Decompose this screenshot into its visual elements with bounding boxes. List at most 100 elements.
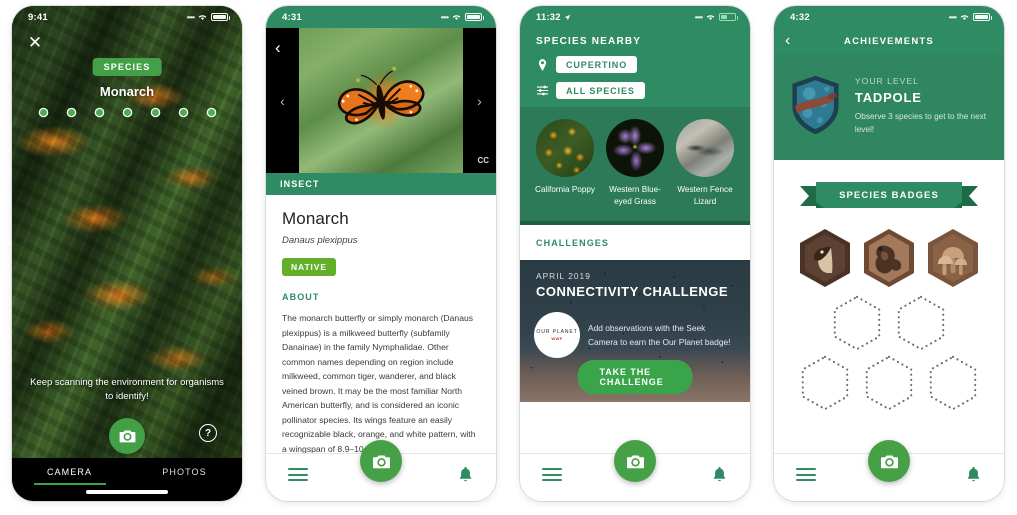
challenge-title: CONNECTIVITY CHALLENGE	[536, 284, 729, 299]
progress-dot	[207, 109, 215, 116]
challenge-date: APRIL 2019	[536, 271, 591, 281]
badge-mushroom[interactable]	[926, 228, 980, 288]
camera-fab[interactable]	[360, 440, 402, 482]
next-photo-button[interactable]: ›	[463, 28, 496, 173]
species-hero-image[interactable]: ‹ › ‹ CC	[266, 28, 496, 173]
menu-icon[interactable]	[796, 468, 816, 485]
help-button[interactable]: ?	[199, 424, 217, 442]
back-button[interactable]: ‹	[275, 38, 281, 58]
camera-icon	[372, 455, 390, 468]
creative-commons-label[interactable]: CC	[477, 156, 489, 165]
notifications-icon[interactable]	[458, 466, 473, 488]
phone-species-nearby: 11:32 •••• SPECIES NEARBY CUPERTINO ALL …	[508, 0, 762, 515]
status-time: 4:31	[282, 11, 302, 23]
camera-screen: 9:41 •••• ✕ SPECIES Monarch Keep scannin…	[12, 6, 242, 501]
native-status-badge: NATIVE	[282, 258, 336, 276]
menu-icon[interactable]	[542, 468, 562, 485]
camera-tabbar: CAMERA PHOTOS	[12, 458, 242, 501]
level-shield-icon	[792, 75, 839, 135]
nearby-species-grid: California Poppy Western Blue-eyed Grass…	[520, 107, 750, 221]
camera-icon	[880, 455, 898, 468]
battery-icon	[973, 13, 992, 21]
species-scientific-name: Danaus plexippus	[282, 235, 358, 246]
nav-title: ACHIEVEMENTS	[844, 35, 934, 47]
close-icon[interactable]: ✕	[26, 34, 44, 52]
species-card-label: Western Blue-eyed Grass	[609, 185, 661, 206]
achievements-header: 4:32 •••• ‹ ACHIEVEMENTS	[774, 6, 1004, 54]
camera-icon	[119, 430, 135, 443]
level-text: YOUR LEVEL TADPOLE Observe 3 species to …	[855, 74, 990, 136]
logo-line-2: WWF	[551, 336, 563, 341]
status-time: 9:41	[28, 11, 48, 23]
progress-dot	[39, 109, 47, 116]
status-icons: ••••	[948, 12, 992, 22]
wifi-icon	[705, 13, 716, 21]
phone-species-detail: 4:31 •••• ‹ › ‹ CC INSECT Monarch Danaus…	[254, 0, 508, 515]
bottom-nav	[774, 440, 1004, 501]
butterfly-illustration	[337, 70, 425, 125]
level-kicker: YOUR LEVEL	[854, 76, 919, 86]
locked-badge-outline	[897, 295, 945, 351]
wifi-icon	[197, 13, 208, 21]
status-bar: 11:32 ••••	[520, 6, 750, 28]
species-card[interactable]: Western Blue-eyed Grass	[603, 119, 667, 207]
logo-line-1: OUR PLANET	[536, 329, 578, 335]
location-filter-button[interactable]: CUPERTINO	[556, 56, 638, 73]
shutter-button[interactable]	[109, 418, 145, 454]
species-nearby-screen: 11:32 •••• SPECIES NEARBY CUPERTINO ALL …	[520, 6, 750, 501]
camera-fab[interactable]	[868, 440, 910, 482]
progress-dot	[67, 109, 75, 116]
tab-photos[interactable]: PHOTOS	[127, 467, 242, 477]
level-card: YOUR LEVEL TADPOLE Observe 3 species to …	[774, 54, 1004, 160]
status-icons: ••••	[186, 12, 230, 22]
progress-dot	[95, 109, 103, 116]
tab-camera-label: CAMERA	[46, 467, 93, 477]
previous-photo-button[interactable]: ‹	[266, 28, 299, 173]
challenge-description: Add observations with the Seek Camera to…	[588, 323, 731, 347]
tab-camera[interactable]: CAMERA	[12, 467, 127, 485]
locked-badge-row	[798, 354, 980, 412]
species-thumbnail	[536, 119, 594, 177]
notifications-icon[interactable]	[712, 466, 727, 488]
navigation-bar: ‹ ACHIEVEMENTS	[774, 28, 1004, 54]
badge-frog[interactable]	[862, 228, 916, 288]
menu-icon[interactable]	[288, 468, 308, 485]
progress-dot	[179, 109, 187, 116]
status-bar: 4:32 ••••	[774, 6, 1004, 28]
species-card[interactable]: California Poppy	[533, 119, 597, 207]
filter-icon	[536, 85, 549, 96]
earned-badges-row	[774, 228, 1004, 288]
status-bar: 9:41 ••••	[12, 6, 242, 28]
level-name: TADPOLE	[854, 90, 922, 105]
page-title: SPECIES NEARBY	[536, 36, 642, 47]
camera-fab[interactable]	[614, 440, 656, 482]
challenge-card[interactable]: APRIL 2019 CONNECTIVITY CHALLENGE OUR PL…	[520, 260, 750, 402]
species-card[interactable]: Western Fence Lizard	[673, 119, 737, 207]
location-arrow-icon	[564, 14, 571, 20]
species-card-label: California Poppy	[534, 185, 596, 194]
phone-camera: 9:41 •••• ✕ SPECIES Monarch Keep scannin…	[0, 0, 254, 515]
take-challenge-button[interactable]: TAKE THE CHALLENGE	[577, 360, 693, 394]
scan-hint-text: Keep scanning the environment for organi…	[30, 377, 224, 402]
species-badge: SPECIES	[92, 58, 162, 76]
back-button[interactable]: ‹	[785, 32, 790, 50]
our-planet-logo: OUR PLANET WWF	[534, 312, 580, 358]
tab-photos-label: PHOTOS	[162, 467, 207, 477]
signal-icon: ••••	[694, 12, 703, 22]
wifi-icon	[451, 13, 462, 21]
notifications-icon[interactable]	[966, 466, 981, 488]
bottom-nav	[520, 440, 750, 501]
species-filter-button[interactable]: ALL SPECIES	[556, 82, 645, 99]
active-tab-underline	[33, 483, 106, 485]
species-info: Monarch Danaus plexippus NATIVE ABOUT Th…	[266, 195, 496, 456]
signal-icon: ••••	[948, 12, 957, 22]
locked-badge-outline	[929, 355, 977, 411]
locked-badge-row	[830, 294, 948, 352]
bottom-nav	[266, 440, 496, 501]
location-pin-icon	[536, 58, 549, 71]
progress-dot	[151, 109, 159, 116]
signal-icon: ••••	[186, 12, 195, 22]
locked-badge-outline	[833, 295, 881, 351]
badge-bird[interactable]	[798, 228, 852, 288]
species-detail-screen: 4:31 •••• ‹ › ‹ CC INSECT Monarch Danaus…	[266, 6, 496, 501]
